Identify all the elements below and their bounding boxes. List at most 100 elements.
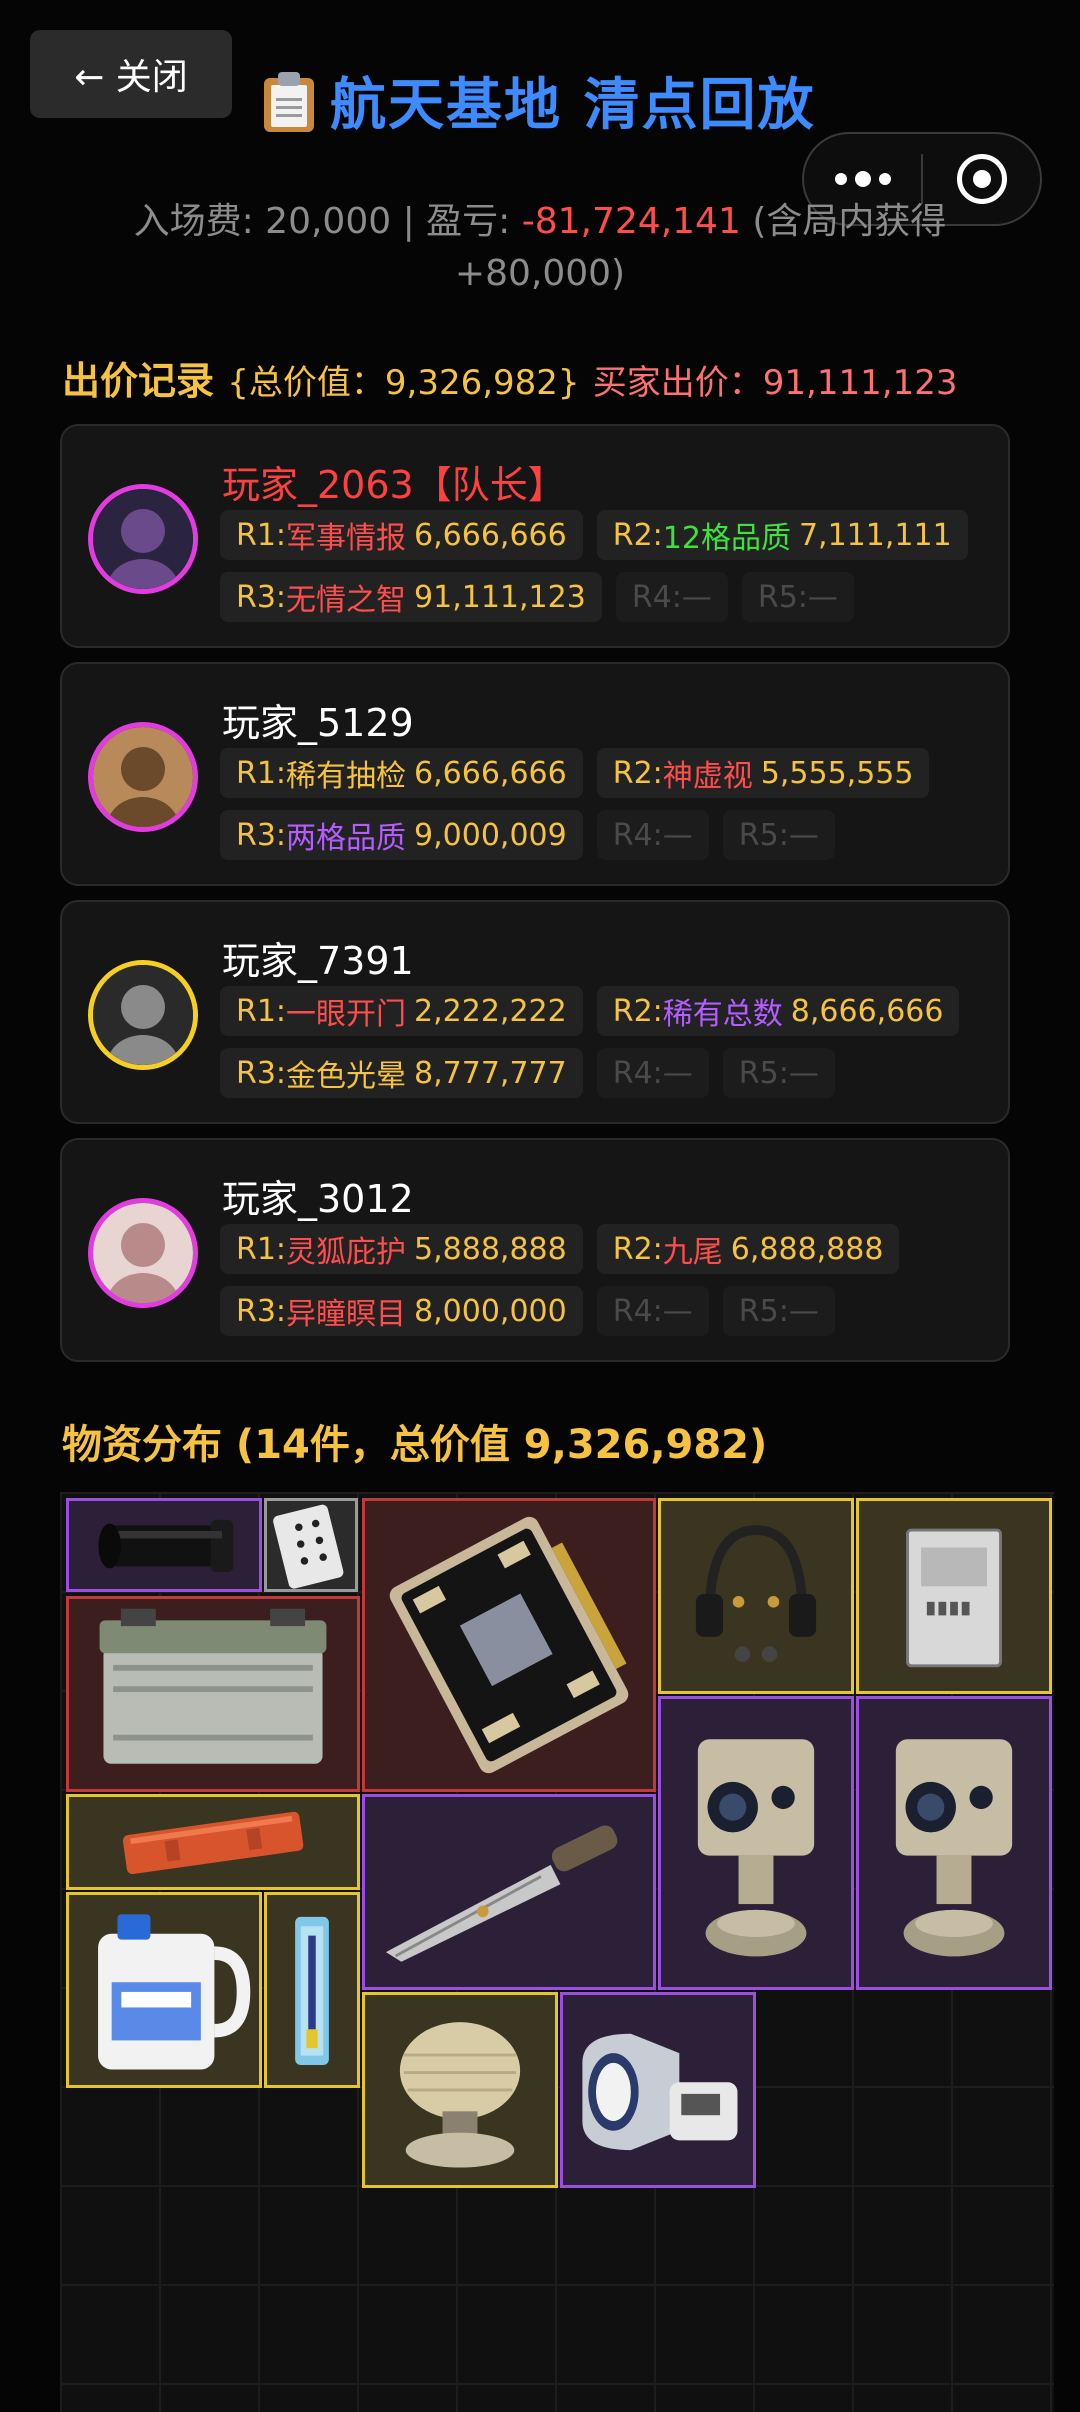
more-dots-icon[interactable] bbox=[804, 171, 921, 187]
bid-value: 8,000,000 bbox=[414, 1293, 567, 1329]
bid-item-name: — bbox=[807, 579, 838, 615]
bid-round-chip: R5: — bbox=[722, 1048, 835, 1098]
bid-round-chip: R1: 军事情报 6,666,666 bbox=[220, 510, 583, 560]
round-label: R1: bbox=[236, 1231, 287, 1267]
bid-value: 6,888,888 bbox=[730, 1231, 884, 1267]
bid-value: 8,666,666 bbox=[790, 993, 944, 1029]
bid-item-name: — bbox=[788, 1055, 819, 1091]
document-folder-item[interactable] bbox=[856, 1498, 1052, 1694]
bid-round-chip: R2: 12格品质 7,111,111 bbox=[596, 510, 968, 560]
round-label: R5: bbox=[757, 579, 808, 615]
player-name: 玩家_2063【队长】 bbox=[222, 463, 566, 507]
summary-line: 入场费: 20,000 | 盈亏: -81,724,141 (含局内获得 +80… bbox=[130, 196, 950, 300]
round-label: R2: bbox=[612, 517, 663, 553]
bid-value: 5,555,555 bbox=[760, 755, 914, 791]
page-title-text: 航天基地 清点回放 bbox=[330, 73, 816, 138]
bid-round-chip: R2: 九尾 6,888,888 bbox=[596, 1224, 900, 1274]
bid-item-name: — bbox=[662, 1293, 693, 1329]
avatar bbox=[88, 484, 198, 594]
bid-value: 6,666,666 bbox=[414, 755, 567, 791]
bid-item-name: 稀有总数 bbox=[662, 997, 783, 1032]
security-camera-item[interactable] bbox=[658, 1696, 854, 1990]
bid-item-name: — bbox=[681, 579, 712, 615]
round-label: R5: bbox=[738, 817, 789, 853]
bid-round-row: R3: 无情之智 91,111,123 R4: — R5: — bbox=[220, 572, 854, 622]
bid-value: 5,888,888 bbox=[414, 1231, 567, 1267]
liquid-jug-item[interactable] bbox=[66, 1892, 262, 2088]
bid-round-row: R1: 灵狐庇护 5,888,888 R2: 九尾 6,888,888 bbox=[220, 1224, 900, 1274]
blood-pressure-monitor-item[interactable] bbox=[560, 1992, 756, 2188]
security-camera-item[interactable] bbox=[856, 1696, 1052, 1990]
headset-item[interactable] bbox=[658, 1498, 854, 1694]
inventory-grid bbox=[60, 1492, 1054, 2412]
combat-knife-item[interactable] bbox=[362, 1794, 656, 1990]
avatar bbox=[88, 722, 198, 832]
orange-case-item[interactable] bbox=[66, 1794, 360, 1890]
fee-label: 入场费: 20,000 | 盈亏: bbox=[133, 201, 522, 242]
total-value: {总价值：9,326,982} bbox=[227, 363, 580, 403]
battery-item[interactable] bbox=[66, 1596, 360, 1792]
round-label: R3: bbox=[236, 579, 287, 615]
player-name: 玩家_7391 bbox=[222, 939, 414, 983]
bid-round-chip: R5: — bbox=[741, 572, 854, 622]
round-label: R4: bbox=[612, 817, 663, 853]
bid-value: 8,777,777 bbox=[414, 1055, 567, 1091]
round-label: R2: bbox=[612, 755, 663, 791]
syringe-item[interactable] bbox=[264, 1892, 360, 2088]
bid-records-header: 出价记录 {总价值：9,326,982} 买家出价：91,111,123 bbox=[62, 350, 957, 405]
bid-round-chip: R3: 异瞳瞑目 8,000,000 bbox=[220, 1286, 583, 1336]
radar-dish-item[interactable] bbox=[362, 1992, 558, 2188]
player-name: 玩家_3012 bbox=[222, 1177, 414, 1221]
round-label: R4: bbox=[631, 579, 682, 615]
avatar bbox=[88, 960, 198, 1070]
bid-value: 7,111,111 bbox=[798, 517, 952, 553]
bid-item-name: 稀有抽检 bbox=[286, 759, 407, 794]
round-label: R4: bbox=[612, 1055, 663, 1091]
round-label: R3: bbox=[236, 1293, 287, 1329]
bid-round-chip: R1: 一眼开门 2,222,222 bbox=[220, 986, 583, 1036]
page-title: 航天基地 清点回放 bbox=[262, 60, 816, 141]
bid-round-row: R3: 异瞳瞑目 8,000,000 R4: — R5: — bbox=[220, 1286, 835, 1336]
bid-round-chip: R3: 无情之智 91,111,123 bbox=[220, 572, 602, 622]
player-card: 玩家_3012 R1: 灵狐庇护 5,888,888 R2: 九尾 6,888,888 R3:… bbox=[60, 1138, 1010, 1362]
playing-card-item[interactable] bbox=[264, 1498, 358, 1592]
bid-value: 91,111,123 bbox=[414, 579, 586, 615]
close-button[interactable]: ← 关闭 bbox=[30, 30, 232, 118]
round-label: R2: bbox=[612, 1231, 663, 1267]
circuit-board-item[interactable] bbox=[362, 1498, 656, 1792]
pnl-value: -81,724,141 bbox=[521, 201, 741, 242]
bid-item-name: 两格品质 bbox=[286, 821, 407, 856]
avatar bbox=[88, 1198, 198, 1308]
bid-item-name: — bbox=[662, 1055, 693, 1091]
bid-round-chip: R4: — bbox=[615, 572, 728, 622]
round-label: R1: bbox=[236, 517, 287, 553]
player-name: 玩家_5129 bbox=[222, 701, 414, 745]
bid-item-name: 金色光晕 bbox=[286, 1059, 407, 1094]
bid-value: 6,666,666 bbox=[414, 517, 567, 553]
bid-item-name: — bbox=[662, 817, 693, 853]
bid-round-row: R1: 稀有抽检 6,666,666 R2: 神虚视 5,555,555 bbox=[220, 748, 930, 798]
bid-round-chip: R3: 两格品质 9,000,009 bbox=[220, 810, 583, 860]
bid-round-chip: R4: — bbox=[596, 1048, 709, 1098]
bid-item-name: 异瞳瞑目 bbox=[286, 1297, 407, 1332]
round-label: R2: bbox=[612, 993, 663, 1029]
bid-round-row: R1: 一眼开门 2,222,222 R2: 稀有总数 8,666,666 bbox=[220, 986, 960, 1036]
bid-item-name: 军事情报 bbox=[286, 521, 407, 556]
camera-lens-item[interactable] bbox=[66, 1498, 262, 1592]
bid-item-name: — bbox=[788, 1293, 819, 1329]
bid-round-chip: R4: — bbox=[596, 810, 709, 860]
bid-round-row: R3: 金色光晕 8,777,777 R4: — R5: — bbox=[220, 1048, 835, 1098]
bid-value: 9,000,009 bbox=[414, 817, 567, 853]
bid-item-name: 一眼开门 bbox=[286, 997, 407, 1032]
round-label: R5: bbox=[738, 1293, 789, 1329]
bid-round-chip: R2: 稀有总数 8,666,666 bbox=[596, 986, 960, 1036]
bid-item-name: 九尾 bbox=[662, 1235, 723, 1270]
bid-item-name: 神虚视 bbox=[662, 759, 753, 794]
inventory-title: 物资分布 (14件，总价值 9,326,982) bbox=[62, 1422, 768, 1468]
bid-item-name: 无情之智 bbox=[286, 583, 407, 618]
round-label: R3: bbox=[236, 817, 287, 853]
player-card: 玩家_7391 R1: 一眼开门 2,222,222 R2: 稀有总数 8,666,666 R… bbox=[60, 900, 1010, 1124]
bid-round-chip: R3: 金色光晕 8,777,777 bbox=[220, 1048, 583, 1098]
player-card: 玩家_2063【队长】 R1: 军事情报 6,666,666 R2: 12格品质 7,111… bbox=[60, 424, 1010, 648]
bid-item-name: 灵狐庇护 bbox=[286, 1235, 407, 1270]
